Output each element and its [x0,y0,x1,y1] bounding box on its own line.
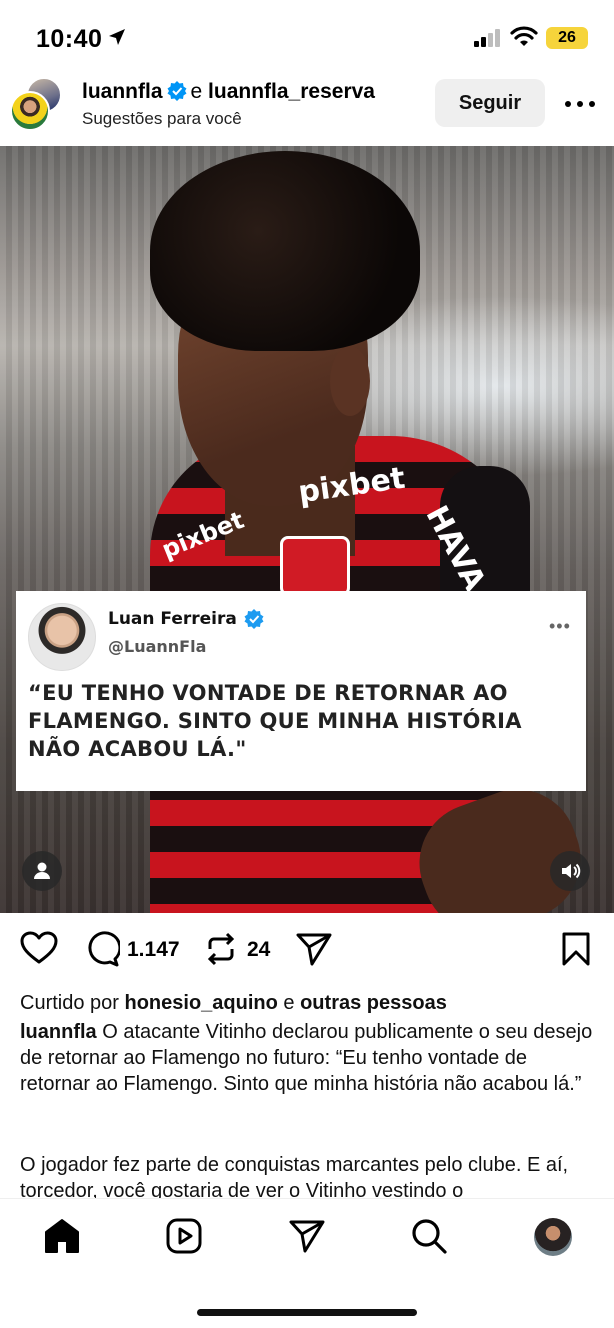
speaker-icon [562,863,581,879]
tweet-text: “EU TENHO VONTADE DE RETORNAR AO FLAMENG… [28,681,522,761]
tagged-users-button[interactable] [22,851,62,891]
player-hair [150,151,420,351]
tweet-card: Luan Ferreira @LuannFla ••• “EU TENHO VO… [16,591,586,791]
authors-conjunction: e [190,80,203,103]
bottom-navigation [0,1198,614,1328]
wifi-icon [510,26,538,46]
more-options-icon[interactable] [563,94,597,114]
save-bookmark-icon[interactable] [561,931,591,967]
tweet-author-name: Luan Ferreira [108,609,237,629]
liked-by-conj: e [283,992,295,1014]
battery-indicator: 26 [546,27,588,49]
send-icon[interactable] [288,1217,326,1255]
follow-button[interactable]: Seguir [435,79,545,127]
location-arrow-icon [109,29,125,45]
repost-icon[interactable] [204,931,238,967]
status-bar: 10:40 26 [0,0,614,74]
suggestion-label: Sugestões para você [82,109,242,128]
post-header: luannfla e luannfla_reserva Sugestões par… [0,74,614,146]
verified-badge-icon [167,81,187,101]
battery-level: 26 [558,29,576,46]
sound-toggle-button[interactable] [550,851,590,891]
cellular-signal-icon [474,29,500,47]
tweet-handle: @LuannFla [108,637,207,656]
club-crest [280,536,350,596]
player-ear [330,346,370,416]
caption-text: O atacante Vitinho declarou publicamente… [20,1021,593,1095]
post-image[interactable]: pixbet pixbet HAVA Luan Ferreira @LuannF… [0,146,614,913]
post-caption: luannfla O atacante Vitinho declarou pub… [20,1019,600,1097]
share-send-icon[interactable] [295,931,333,967]
home-indicator[interactable] [197,1309,417,1316]
post-caption-continued: O jogador fez parte de conquistas marcan… [20,1154,569,1200]
comment-icon[interactable] [84,931,120,967]
status-time: 10:40 [36,25,103,53]
username-luannfla[interactable]: luannfla [82,80,163,103]
caption-author[interactable]: luannfla [20,1021,97,1043]
tweet-avatar [28,603,96,671]
search-icon[interactable] [410,1217,448,1255]
home-icon[interactable] [43,1217,81,1255]
liked-by-line[interactable]: Curtido por honesio_aquino e outras pess… [20,992,447,1015]
tweet-more-icon: ••• [549,616,571,636]
liked-by-user[interactable]: honesio_aquino [125,992,278,1014]
comments-count[interactable]: 1.147 [127,938,180,962]
liked-by-others[interactable]: outras pessoas [300,992,447,1014]
profile-avatar[interactable] [534,1218,572,1256]
person-icon [34,862,50,879]
avatar-luannfla [10,91,50,131]
collab-avatars[interactable] [10,77,66,133]
reposts-count[interactable]: 24 [247,938,270,962]
liked-by-prefix: Curtido por [20,992,119,1014]
post-actions: 1.147 24 [0,913,614,993]
reels-icon[interactable] [165,1217,203,1255]
username-luannfla-reserva[interactable]: luannfla_reserva [208,80,375,103]
tweet-verified-icon [244,609,264,629]
post-authors[interactable]: luannfla e luannfla_reserva [82,80,375,104]
like-heart-icon[interactable] [20,931,58,965]
